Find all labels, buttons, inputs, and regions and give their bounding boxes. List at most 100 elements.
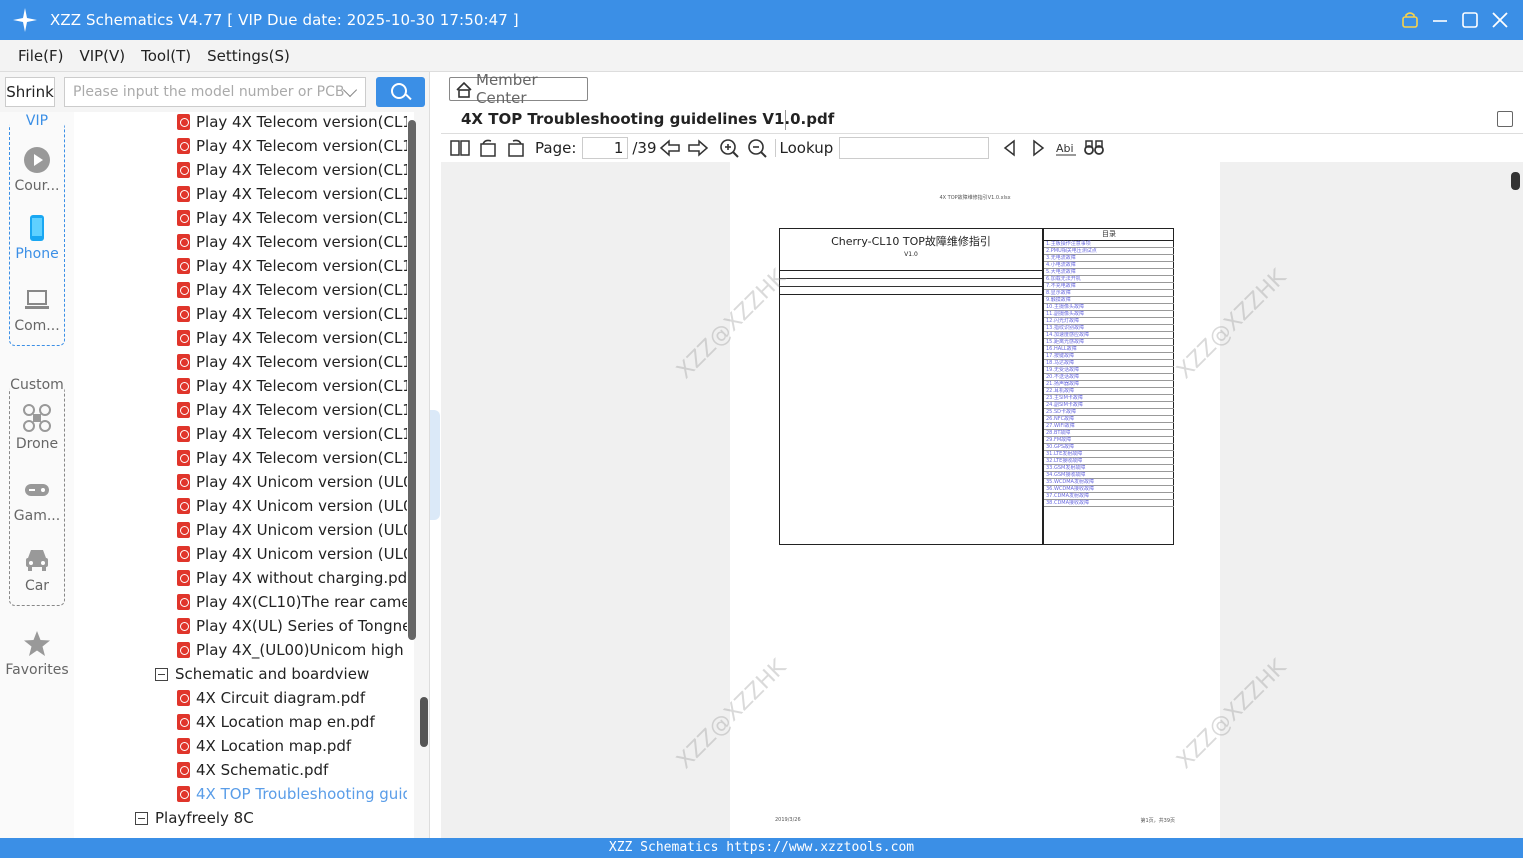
watermark: XZZ@XZZHK — [672, 264, 792, 385]
two-page-icon[interactable] — [449, 138, 471, 158]
toc-line: 37.CDMA发射故障 — [1044, 493, 1174, 500]
watermark: XZZ@XZZHK — [672, 654, 792, 775]
list-item[interactable]: Play 4X without charging.pdf — [177, 566, 407, 590]
pdf-icon — [177, 498, 190, 514]
rotate-right-icon[interactable] — [505, 138, 527, 158]
rotate-left-icon[interactable] — [477, 138, 499, 158]
list-item[interactable]: Play 4X(UL) Series of Tongneng — [177, 614, 407, 638]
chevron-down-icon[interactable] — [342, 82, 358, 98]
list-item[interactable]: Play 4X Telecom version(CL10) T — [177, 350, 407, 374]
category-phone[interactable]: Phone — [0, 214, 74, 262]
list-item-selected[interactable]: 4X TOP Troubleshooting guidel — [177, 782, 407, 806]
home-icon — [456, 81, 472, 98]
category-favorites[interactable]: Favorites — [0, 630, 74, 678]
pdf-icon — [177, 354, 190, 370]
menu-bar: File(F) VIP(V) Tool(T) Settings(S) — [0, 40, 1523, 72]
pdf-icon — [177, 546, 190, 562]
menu-settings[interactable]: Settings(S) — [207, 47, 290, 65]
list-item[interactable]: Play 4X Telecom version(CL10) T — [177, 302, 407, 326]
list-item[interactable]: Play 4X Telecom version(CL10) T — [177, 278, 407, 302]
file-tree: Play 4X Telecom version(CL10) I Play 4X … — [74, 112, 414, 838]
shrink-button[interactable]: Shrink — [5, 77, 55, 107]
list-item[interactable]: Play 4X Telecom version(CL10) I — [177, 158, 407, 182]
toc-line: 28.BT故障 — [1044, 430, 1174, 437]
list-item[interactable]: Play 4X Telecom version(CL10) V — [177, 422, 407, 446]
list-item[interactable]: Play 4X Telecom version(CL10) I — [177, 134, 407, 158]
list-item[interactable]: 4X Circuit diagram.pdf — [177, 686, 407, 710]
viewer-toolbar: Page: 1 /39 Lookup Abi — [441, 134, 1523, 162]
list-item[interactable]: Play 4X Unicom version (UL00) U — [177, 494, 407, 518]
doc-sheet: Cherry-CL10 TOP故障维修指引 V1.0 目录 1.主板操作注意事项… — [779, 228, 1174, 545]
list-item[interactable]: Play 4X Telecom version(CL10) I — [177, 182, 407, 206]
collapse-icon[interactable] — [135, 811, 148, 825]
document-tab-title: 4X TOP Troubleshooting guidelines V1.0.p… — [461, 110, 835, 128]
list-item[interactable]: 4X Location map en.pdf — [177, 710, 407, 734]
menu-file[interactable]: File(F) — [18, 47, 63, 65]
next-result-icon[interactable] — [1027, 138, 1049, 158]
toc-line: 11.副摄像头故障 — [1044, 311, 1174, 318]
zoom-out-icon[interactable] — [747, 138, 769, 158]
pdf-icon — [177, 306, 190, 322]
list-item[interactable]: Play 4X Telecom version(CL10) T — [177, 326, 407, 350]
toc-line: 26.NFC故障 — [1044, 416, 1174, 423]
list-item[interactable]: Play 4X_(UL00)Unicom high cor — [177, 638, 407, 662]
category-courses[interactable]: Cour... — [0, 146, 74, 194]
viewer-scrollbar[interactable] — [1511, 172, 1520, 190]
member-center-button[interactable]: Member Center — [449, 71, 588, 107]
toc-line: 27.WIFI故障 — [1044, 423, 1174, 430]
pdf-icon — [177, 282, 190, 298]
status-bar: XZZ Schematics https://www.xzztools.com — [0, 838, 1523, 858]
list-item[interactable]: Play 4X Unicom version (UL00) T — [177, 470, 407, 494]
list-item[interactable]: Play 4X Telecom version(CL10) U — [177, 398, 407, 422]
tree-folder-playfreely[interactable]: Playfreely 8C — [135, 806, 385, 830]
list-item[interactable]: Play 4X Unicom version (UL00) U — [177, 542, 407, 566]
toc-line: 2.PMU相关电压测试点 — [1044, 248, 1174, 255]
pdf-icon — [177, 738, 190, 754]
menu-vip[interactable]: VIP(V) — [79, 47, 125, 65]
category-game[interactable]: Gam... — [0, 476, 74, 524]
lookup-input[interactable] — [839, 137, 990, 159]
doc-title: Cherry-CL10 TOP故障维修指引 — [831, 235, 991, 248]
toc-line: 19.无受话故障 — [1044, 367, 1174, 374]
list-item[interactable]: Play 4X Telecom version(CL10) S — [177, 206, 407, 230]
list-item[interactable]: Play 4X Telecom version(CL10) U — [177, 374, 407, 398]
list-item[interactable]: Play 4X Telecom version(CL10) S — [177, 230, 407, 254]
panel-collapse-handle[interactable] — [430, 410, 440, 520]
pdf-canvas[interactable]: 4X TOP故障维修指引V1.0.xlsx Cherry-CL10 TOP故障维… — [441, 162, 1523, 838]
close-tab-icon[interactable] — [1497, 111, 1513, 127]
maximize-button[interactable] — [1461, 11, 1479, 29]
list-item[interactable]: Play 4X(CL10)The rear camera o — [177, 590, 407, 614]
search-button[interactable] — [376, 77, 425, 107]
arrow-right-icon[interactable] — [687, 138, 709, 158]
category-drone[interactable]: Drone — [0, 404, 74, 452]
list-item[interactable]: Play 4X Telecom version(CL10) T — [177, 254, 407, 278]
arrow-left-icon[interactable] — [659, 138, 681, 158]
phone-icon — [23, 214, 51, 242]
category-computer[interactable]: Com... — [0, 286, 74, 334]
category-car[interactable]: Car — [0, 546, 74, 594]
tree-scrollbar-secondary[interactable] — [420, 697, 428, 747]
search-placeholder: Please input the model number or PCB — [73, 84, 345, 100]
tree-folder-schematic[interactable]: Schematic and boardview — [155, 662, 405, 686]
toc-line: 33.GSM发射故障 — [1044, 465, 1174, 472]
list-item[interactable]: 4X Location map.pdf — [177, 734, 407, 758]
toc-line: 24.副SIM卡故障 — [1044, 402, 1174, 409]
document-tab[interactable]: 4X TOP Troubleshooting guidelines V1.0.p… — [441, 106, 1523, 134]
tree-scrollbar[interactable] — [408, 120, 416, 640]
close-button[interactable] — [1491, 11, 1509, 29]
list-item[interactable]: Play 4X Telecom version(CL10) I — [177, 112, 407, 134]
list-item[interactable]: Play 4X Unicom version (UL00) U — [177, 518, 407, 542]
prev-result-icon[interactable] — [999, 138, 1021, 158]
search-input[interactable]: Please input the model number or PCB — [64, 77, 366, 107]
page-input[interactable]: 1 — [582, 137, 629, 159]
lock-icon[interactable] — [1401, 11, 1419, 29]
minimize-button[interactable] — [1431, 11, 1449, 29]
binoculars-icon[interactable] — [1083, 138, 1105, 158]
toc-line: 18.马达故障 — [1044, 360, 1174, 367]
match-case-icon[interactable]: Abi — [1055, 138, 1077, 158]
list-item[interactable]: Play 4X Telecom version(CL10) V — [177, 446, 407, 470]
zoom-in-icon[interactable] — [719, 138, 741, 158]
collapse-icon[interactable] — [155, 667, 168, 681]
menu-tool[interactable]: Tool(T) — [141, 47, 191, 65]
list-item[interactable]: 4X Schematic.pdf — [177, 758, 407, 782]
